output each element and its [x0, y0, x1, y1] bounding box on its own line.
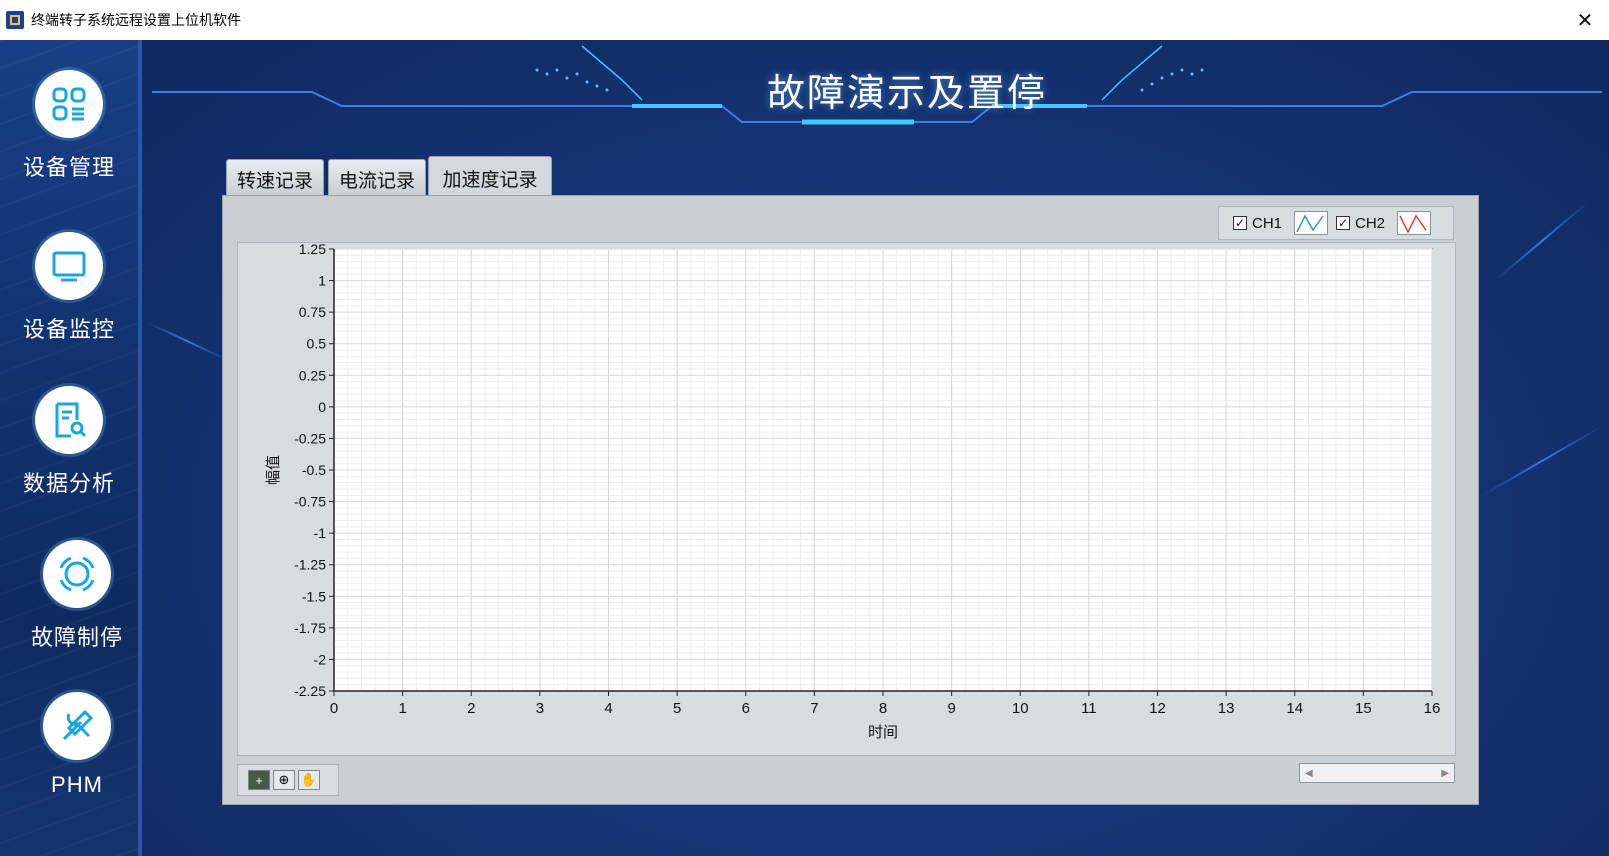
monitor-icon — [35, 232, 103, 300]
sidebar-item-phm[interactable]: PHM — [8, 692, 138, 798]
plot-legend: ✓ CH1 ✓ CH2 — [1218, 206, 1454, 240]
sidebar-item-fault-stop[interactable]: 故障制停 — [8, 540, 138, 652]
legend-ch1-label: CH1 — [1252, 214, 1283, 232]
window-title: 终端转子系统远程设置上位机软件 — [31, 12, 241, 28]
tab-acceleration-record[interactable]: 加速度记录 — [428, 156, 552, 200]
y-tick-label: 0.25 — [299, 367, 326, 383]
page-title: 故障演示及置停 — [766, 73, 1047, 115]
sidebar-item-device-monitoring[interactable]: 设备监控 — [0, 232, 138, 344]
tab-label: 加速度记录 — [442, 170, 538, 191]
sidebar-item-device-management[interactable]: 设备管理 — [0, 70, 138, 182]
y-tick-label: -0.25 — [294, 430, 326, 446]
x-axis-label: 时间 — [868, 723, 898, 741]
y-tick-label: 1 — [318, 273, 326, 289]
y-tick-label: -1 — [314, 525, 327, 541]
x-tick-label: 15 — [1355, 700, 1372, 717]
ch2-checkbox[interactable]: ✓ — [1336, 216, 1351, 230]
y-axis-label: 幅值 — [264, 455, 282, 485]
x-tick-label: 12 — [1149, 700, 1166, 717]
x-tick-label: 13 — [1218, 700, 1235, 717]
x-tick-label: 16 — [1424, 700, 1441, 717]
ch1-checkbox[interactable]: ✓ — [1233, 216, 1247, 230]
y-tick-label: -2.25 — [294, 683, 326, 699]
plot-frame: 0 1 2 3 4 5 6 7 8 9 10 11 12 13 14 15 16 1.25 1 0.75 0.5 0.25… — [237, 242, 1456, 756]
y-tick-label: 1.25 — [299, 243, 326, 257]
sidebar-item-label: PHM — [51, 772, 103, 797]
sidebar-item-label: 数据分析 — [22, 471, 115, 496]
y-tick-label: 0.75 — [299, 304, 326, 320]
scroll-right-icon[interactable]: ▶ — [1441, 768, 1449, 779]
y-tick-label: -2 — [314, 651, 327, 667]
tab-label: 电流记录 — [338, 171, 415, 192]
x-tick-label: 9 — [947, 700, 955, 717]
sidebar-item-data-analysis[interactable]: 数据分析 — [0, 386, 138, 498]
y-tick-label: 0 — [318, 399, 326, 415]
pan-hand-icon[interactable]: ✋ — [298, 770, 320, 790]
y-tick-label: 0.5 — [307, 336, 327, 352]
sidebar-item-label: 设备管理 — [22, 155, 115, 180]
y-tick-label: -1.5 — [302, 588, 326, 604]
acceleration-chart[interactable]: 0 1 2 3 4 5 6 7 8 9 10 11 12 13 14 15 161.2510.750.50.25… — [238, 243, 1457, 757]
tab-speed-record[interactable]: 转速记录 — [226, 159, 324, 199]
x-tick-label: 10 — [1012, 700, 1029, 717]
scroll-left-icon[interactable]: ◀ — [1305, 768, 1313, 779]
document-search-icon — [35, 386, 103, 454]
x-tick-label: 2 — [467, 700, 475, 717]
wrench-screwdriver-icon — [43, 692, 111, 760]
x-tick-label: 8 — [879, 700, 887, 717]
ch2-line-style-icon[interactable] — [1397, 211, 1432, 235]
graph-panel: ✓ CH1 ✓ CH2 0 1 2 3 4 5 6 7 8 9 10 11 12 13 14 15 16 1.25… — [222, 195, 1479, 805]
window-titlebar: 终端转子系统远程设置上位机软件 ✕ — [0, 0, 1609, 40]
zoom-icon[interactable]: ⊕ — [273, 770, 295, 790]
tab-label: 转速记录 — [236, 171, 313, 192]
x-tick-label: 1 — [398, 700, 406, 717]
x-tick-label: 11 — [1081, 700, 1097, 717]
x-tick-label: 14 — [1286, 700, 1303, 717]
x-tick-label: 0 — [330, 700, 338, 717]
x-tick-label: 6 — [742, 700, 750, 717]
tab-current-record[interactable]: 电流记录 — [328, 159, 426, 199]
graph-palette: + ⊕ ✋ — [237, 764, 339, 796]
y-tick-label: -1.75 — [294, 620, 326, 636]
x-tick-label: 3 — [536, 700, 544, 717]
grid-icon — [35, 70, 103, 138]
ch1-line-style-icon[interactable] — [1294, 211, 1329, 235]
x-tick-label: 7 — [810, 700, 818, 717]
y-tick-label: -0.5 — [302, 462, 326, 478]
x-tick-label: 4 — [604, 700, 612, 717]
sidebar-item-label: 故障制停 — [30, 625, 123, 650]
x-tick-label: 5 — [673, 700, 681, 717]
app-icon — [6, 11, 24, 29]
sidebar: 设备管理 设备监控 数据分析 故障制停 PHM — [0, 40, 142, 856]
target-ring-icon — [43, 540, 111, 608]
y-tick-label: -0.75 — [294, 494, 326, 510]
close-button[interactable]: ✕ — [1561, 0, 1609, 40]
cursor-icon[interactable]: + — [248, 770, 270, 790]
horizontal-scrollbar[interactable]: ◀ ▶ — [1299, 763, 1455, 783]
y-tick-label: -1.25 — [294, 557, 326, 573]
legend-ch2-label: CH2 — [1355, 214, 1386, 232]
main-area: 故障演示及置停 转速记录 电流记录 加速度记录 ✓ CH1 ✓ CH2 0123… — [142, 40, 1609, 856]
sidebar-item-label: 设备监控 — [22, 317, 115, 342]
close-icon: ✕ — [1576, 9, 1594, 32]
